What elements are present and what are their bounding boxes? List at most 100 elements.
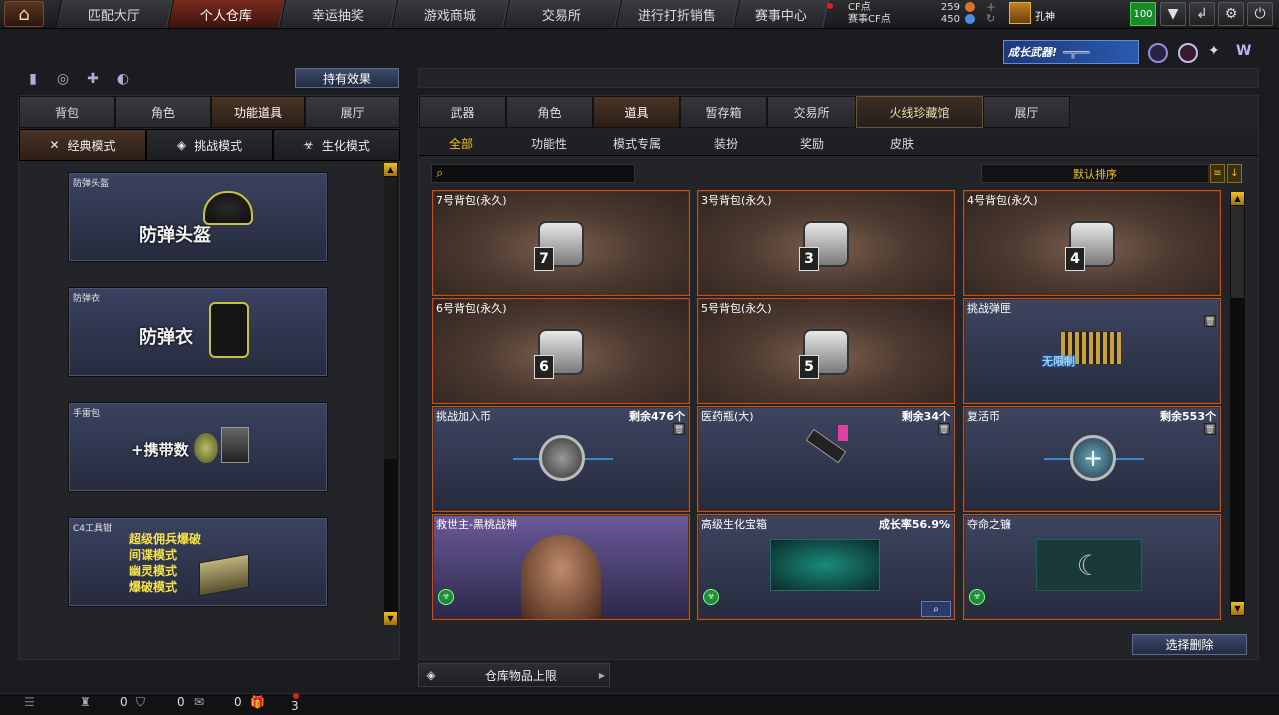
- c4-tool-card[interactable]: C4工具钳 超级佣兵爆破 间谍模式 幽灵模式 爆破模式: [68, 517, 328, 607]
- rank-icon[interactable]: ▮: [24, 70, 42, 88]
- item-name: 7号背包(永久): [436, 194, 507, 207]
- remaining-count: 剩余476个: [629, 410, 685, 423]
- backpack-icon: 5: [799, 329, 849, 379]
- gift-icon[interactable]: 🎁: [250, 695, 265, 709]
- scroll-down-icon[interactable]: ▼: [1231, 602, 1244, 615]
- left-tab-bag[interactable]: 背包: [19, 96, 115, 128]
- cf-points-label: CF点: [848, 2, 871, 13]
- item-card[interactable]: 夺命之镰 ☾ ☣: [963, 514, 1221, 620]
- sort-dropdown[interactable]: 默认排序: [981, 164, 1209, 183]
- runner-icon[interactable]: ✚: [84, 70, 102, 88]
- item-name: 救世主-黑桃战神: [436, 518, 517, 531]
- mouse-icon[interactable]: ◐: [114, 70, 132, 88]
- refresh-icon[interactable]: ↻: [986, 12, 995, 25]
- subtab-skins[interactable]: 皮肤: [876, 130, 928, 156]
- scroll-up-icon[interactable]: ▲: [1231, 192, 1244, 205]
- trash-icon[interactable]: 🗑: [1204, 315, 1216, 327]
- right-header-strip: [418, 68, 1259, 88]
- hold-effect-button[interactable]: 持有效果: [295, 68, 399, 88]
- subtab-dress[interactable]: 装扮: [700, 130, 752, 156]
- subtab-mode-exclusive[interactable]: 模式专属: [605, 130, 669, 156]
- search-input[interactable]: [447, 167, 618, 180]
- mode-tab-biochem[interactable]: ☣ 生化模式: [273, 129, 400, 161]
- magnify-icon[interactable]: ⌕: [921, 601, 951, 617]
- trash-icon[interactable]: 🗑: [938, 423, 950, 435]
- mode-line: 间谍模式: [129, 548, 178, 562]
- item-card[interactable]: 4号背包(永久) 4: [963, 190, 1221, 296]
- item-card[interactable]: 7号背包(永久) 7: [432, 190, 690, 296]
- mode-tab-challenge[interactable]: ◈ 挑战模式: [146, 129, 273, 161]
- avatar[interactable]: [1009, 2, 1031, 24]
- gear-icon[interactable]: ⚙: [1218, 2, 1244, 26]
- badge-icon-3[interactable]: ✦: [1208, 43, 1228, 63]
- nav-tab-exchange[interactable]: 交易所: [503, 0, 621, 28]
- trash-icon[interactable]: 🗑: [1204, 423, 1216, 435]
- right-tab-weapons[interactable]: 武器: [419, 96, 506, 128]
- badge-icon-1[interactable]: [1148, 43, 1168, 63]
- nav-tab-discount-sale[interactable]: 进行打折销售: [615, 0, 739, 28]
- grow-weapon-banner[interactable]: 成长武器! ═╦══: [1003, 40, 1139, 64]
- nav-tab-personal-storage[interactable]: 个人仓库: [167, 0, 285, 28]
- return-icon[interactable]: ↲: [1189, 2, 1215, 26]
- list-view-icon[interactable]: ≡: [1210, 164, 1225, 183]
- menu-icon[interactable]: ☰: [24, 695, 35, 709]
- left-scroll-thumb[interactable]: [384, 177, 397, 459]
- power-icon[interactable]: ⏻: [1247, 2, 1273, 26]
- grenade-pack-card[interactable]: 手雷包 +携带数: [68, 402, 328, 492]
- search-box[interactable]: ⌕: [431, 164, 635, 183]
- target-icon[interactable]: ◎: [54, 70, 72, 88]
- friends-icon[interactable]: ♜: [80, 695, 91, 709]
- helmet-card[interactable]: 防弹头盔 防弹头盔: [68, 172, 328, 262]
- nav-tab-label: 赛事中心: [754, 8, 807, 24]
- badge-icon-2[interactable]: [1178, 43, 1198, 63]
- item-card[interactable]: 高级生化宝箱 成长率56.9% ☣ ⌕: [697, 514, 955, 620]
- badge-icon-4[interactable]: W: [1236, 43, 1256, 63]
- subtab-rewards[interactable]: 奖励: [786, 130, 838, 156]
- nav-tab-match-hall[interactable]: 匹配大厅: [55, 0, 173, 28]
- subtab-all[interactable]: 全部: [432, 130, 490, 156]
- item-card[interactable]: 挑战加入币 剩余476个 🗑: [432, 406, 690, 512]
- select-delete-button[interactable]: 选择删除: [1132, 634, 1247, 655]
- item-card[interactable]: 挑战弹匣 🗑 无限制: [963, 298, 1221, 404]
- vest-card[interactable]: 防弹衣 防弹衣: [68, 287, 328, 377]
- item-card[interactable]: 医药瓶(大) 剩余34个 🗑: [697, 406, 955, 512]
- sort-order-icon[interactable]: ↓: [1227, 164, 1242, 183]
- scroll-up-icon[interactable]: ▲: [384, 163, 397, 176]
- helmet-icon: [203, 191, 253, 225]
- left-tab-role[interactable]: 角色: [115, 96, 211, 128]
- item-card[interactable]: 6号背包(永久) 6: [432, 298, 690, 404]
- clan-icon[interactable]: ⛉: [136, 695, 145, 710]
- nav-tab-lucky-draw[interactable]: 幸运抽奖: [279, 0, 397, 28]
- right-tab-gallery[interactable]: 展厅: [983, 96, 1070, 128]
- right-scroll-thumb[interactable]: [1231, 206, 1244, 298]
- item-card[interactable]: 复活币 剩余553个 🗑 +: [963, 406, 1221, 512]
- nav-tab-event-center[interactable]: 赛事中心: [733, 0, 829, 28]
- mode-tab-classic[interactable]: ✕ 经典模式: [19, 129, 146, 161]
- home-button[interactable]: ⌂: [4, 1, 44, 27]
- bag-number: 4: [1065, 247, 1085, 271]
- right-tab-role[interactable]: 角色: [506, 96, 593, 128]
- left-tab-gallery[interactable]: 展厅: [305, 96, 400, 128]
- item-card[interactable]: 3号背包(永久) 3: [697, 190, 955, 296]
- card-title: 防弹衣: [139, 327, 193, 348]
- mode-line: 幽灵模式: [129, 564, 178, 578]
- subtab-functional[interactable]: 功能性: [520, 130, 578, 156]
- capacity-bar[interactable]: ◈ 仓库物品上限 ▶: [418, 663, 610, 687]
- card-label: C4工具钳: [73, 524, 113, 534]
- nav-tab-game-mall[interactable]: 游戏商城: [391, 0, 509, 28]
- challenge-mode-icon: ◈: [176, 138, 187, 152]
- right-tab-collection[interactable]: 火线珍藏馆: [856, 96, 983, 128]
- right-tab-temp-box[interactable]: 暂存箱: [680, 96, 767, 128]
- right-tab-exchange[interactable]: 交易所: [767, 96, 856, 128]
- chat-icon[interactable]: ✉: [194, 695, 204, 709]
- right-tab-items[interactable]: 道具: [593, 96, 680, 128]
- rank-badge-icon[interactable]: ▼: [1160, 2, 1186, 26]
- bag-number: 3: [799, 247, 819, 271]
- item-card[interactable]: 救世主-黑桃战神 ☣: [432, 514, 690, 620]
- trash-icon[interactable]: 🗑: [673, 423, 685, 435]
- biochem-badge-icon: ☣: [703, 589, 719, 605]
- left-tab-function-items[interactable]: 功能道具: [211, 96, 305, 128]
- item-card[interactable]: 5号背包(永久) 5: [697, 298, 955, 404]
- scroll-down-icon[interactable]: ▼: [384, 612, 397, 625]
- gift-count: 3: [291, 699, 299, 713]
